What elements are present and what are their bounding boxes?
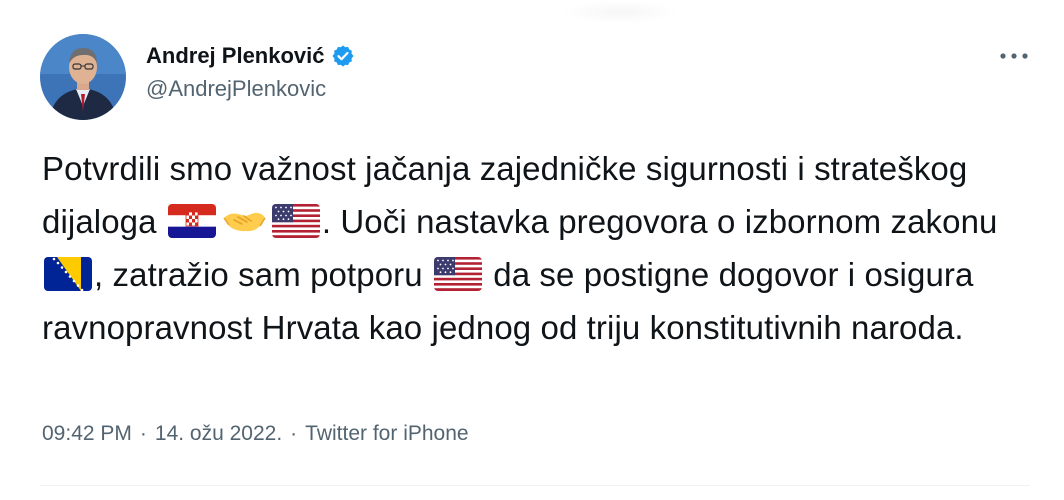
meta-separator: · (139, 422, 147, 445)
bosnia-herzegovina-flag-icon (44, 257, 92, 291)
tweet-text: Potvrdili smo važnost jačanja zajedničke… (42, 142, 1032, 354)
tweet-date[interactable]: 14. ožu 2022. (155, 422, 282, 446)
croatia-flag-icon (167, 204, 216, 238)
author-handle[interactable]: @AndrejPlenkovic (146, 76, 355, 102)
verified-badge-icon (331, 44, 355, 68)
avatar[interactable] (40, 34, 126, 120)
usa-flag-icon (271, 204, 320, 238)
name-row: Andrej Plenković (146, 40, 355, 72)
tweet-text-part-2: . Uoči nastavka pregovora o izbornom zak… (321, 203, 998, 240)
tweet-card: Andrej Plenković @AndrejPlenkovic Potvrd… (0, 0, 1064, 500)
author-display-name[interactable]: Andrej Plenković (146, 43, 325, 69)
meta-separator: · (290, 422, 298, 445)
tweet-text-part-3: , zatražio sam potporu (94, 256, 423, 293)
author-block: Andrej Plenković @AndrejPlenkovic (146, 40, 355, 102)
tweet-source[interactable]: Twitter for iPhone (305, 422, 468, 446)
top-shadow (560, 0, 680, 24)
tweet-time[interactable]: 09:42 PM (42, 422, 132, 446)
handshake-icon (220, 204, 268, 238)
usa-flag-icon (433, 257, 482, 291)
tweet-meta: 09:42 PM · 14. ožu 2022. · Twitter for i… (42, 422, 469, 446)
more-options-icon[interactable] (992, 40, 1036, 72)
divider (40, 485, 1030, 486)
